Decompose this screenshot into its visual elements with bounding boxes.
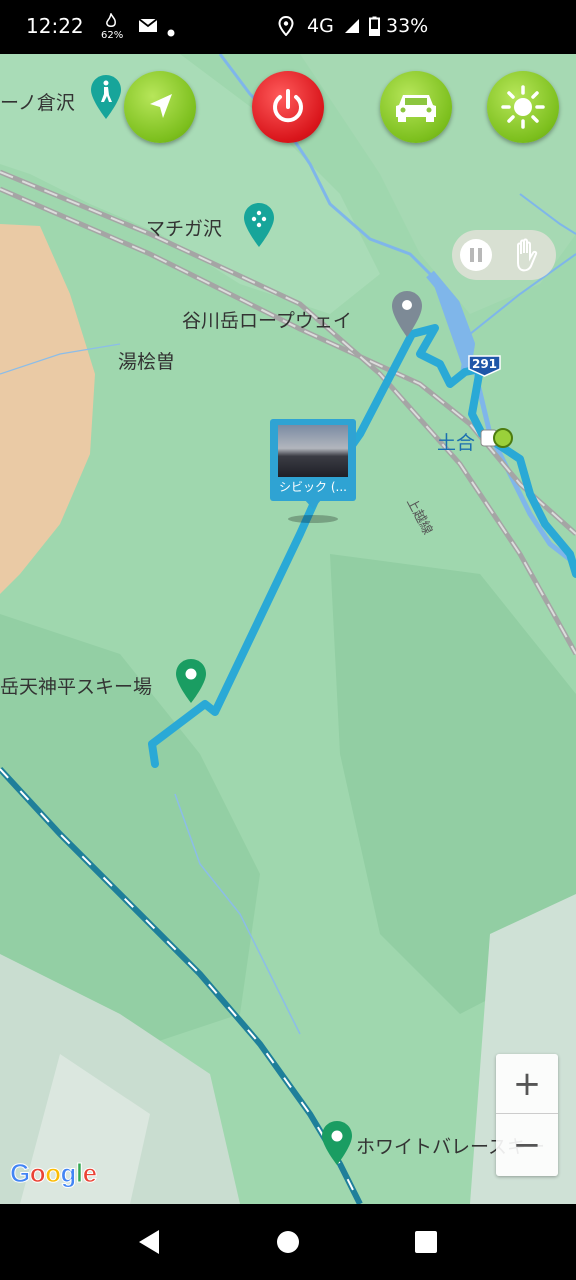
photo-marker-pointer (304, 499, 322, 509)
ski-pin-icon[interactable] (175, 658, 207, 708)
google-logo-letter: l (75, 1158, 83, 1189)
map-label-doai: 土合 (437, 432, 476, 454)
photo-marker[interactable]: シビック (... (270, 419, 356, 509)
battery-icon (369, 16, 380, 40)
google-logo-letter: e (82, 1158, 97, 1189)
route-shield: 291 (468, 355, 501, 377)
power-button[interactable] (252, 71, 324, 143)
station-pin-icon[interactable] (480, 428, 516, 452)
route-number: 291 (471, 357, 498, 371)
zoom-in-button[interactable]: + (496, 1054, 558, 1114)
hiking-pin-icon[interactable] (90, 74, 122, 124)
zoom-out-button[interactable]: − (496, 1115, 558, 1175)
compass-arrow-icon (150, 94, 172, 118)
signal-icon (344, 18, 360, 38)
ski-pin-icon-2[interactable] (321, 1120, 353, 1170)
hand-icon[interactable] (508, 237, 544, 277)
home-icon (277, 1231, 299, 1253)
recents-button[interactable] (408, 1224, 444, 1260)
map-label-ropeway: 谷川岳ロープウェイ (182, 310, 352, 332)
back-icon (139, 1230, 159, 1254)
sun-icon (501, 85, 545, 129)
clock: 12:22 (26, 14, 84, 38)
zoom-controls: + − (496, 1054, 558, 1176)
google-logo-letter: g (60, 1158, 77, 1189)
map-view[interactable]: ーノ倉沢 マチガ沢 谷川岳ロープウェイ 湯桧曽 291 土合 上越線 岳天神平ス… (0, 54, 576, 1204)
navigation-bar (0, 1204, 576, 1280)
battery-percent: 33% (386, 15, 429, 37)
brightness-button[interactable] (487, 71, 559, 143)
photo-marker-shadow (288, 515, 338, 523)
pause-gesture-toggle[interactable] (452, 230, 556, 280)
google-logo-letter: o (29, 1158, 46, 1189)
home-button[interactable] (270, 1224, 306, 1260)
mail-icon (138, 18, 158, 37)
network-type: 4G (307, 15, 334, 37)
status-bar: 12:22 62% 4G 33% (0, 0, 576, 54)
google-logo: Google (10, 1158, 98, 1189)
car-button[interactable] (380, 71, 452, 143)
location-icon (278, 15, 294, 40)
ropeway-pin-icon[interactable] (391, 290, 423, 342)
power-icon (273, 89, 303, 123)
photo-thumbnail (278, 425, 348, 477)
map-label-machigazawa: マチガ沢 (146, 218, 223, 240)
navigate-button[interactable] (124, 71, 196, 143)
pause-icon[interactable] (460, 239, 492, 271)
map-label-yunokiso: 湯桧曽 (118, 351, 176, 373)
back-button[interactable] (131, 1224, 167, 1260)
car-icon (396, 95, 436, 122)
dot-icon (167, 22, 175, 41)
google-logo-letter: G (10, 1158, 31, 1189)
small-indicator: 62% (101, 30, 124, 41)
recents-icon (415, 1231, 437, 1253)
map-label-kuratsuzawa: ーノ倉沢 (0, 92, 75, 114)
map-canvas (0, 54, 576, 1204)
google-logo-letter: o (45, 1158, 62, 1189)
photo-caption: シビック (... (279, 480, 347, 494)
viewpoint-pin-icon[interactable] (243, 202, 275, 252)
map-label-ski-tenjin: 岳天神平スキー場 (0, 676, 153, 698)
